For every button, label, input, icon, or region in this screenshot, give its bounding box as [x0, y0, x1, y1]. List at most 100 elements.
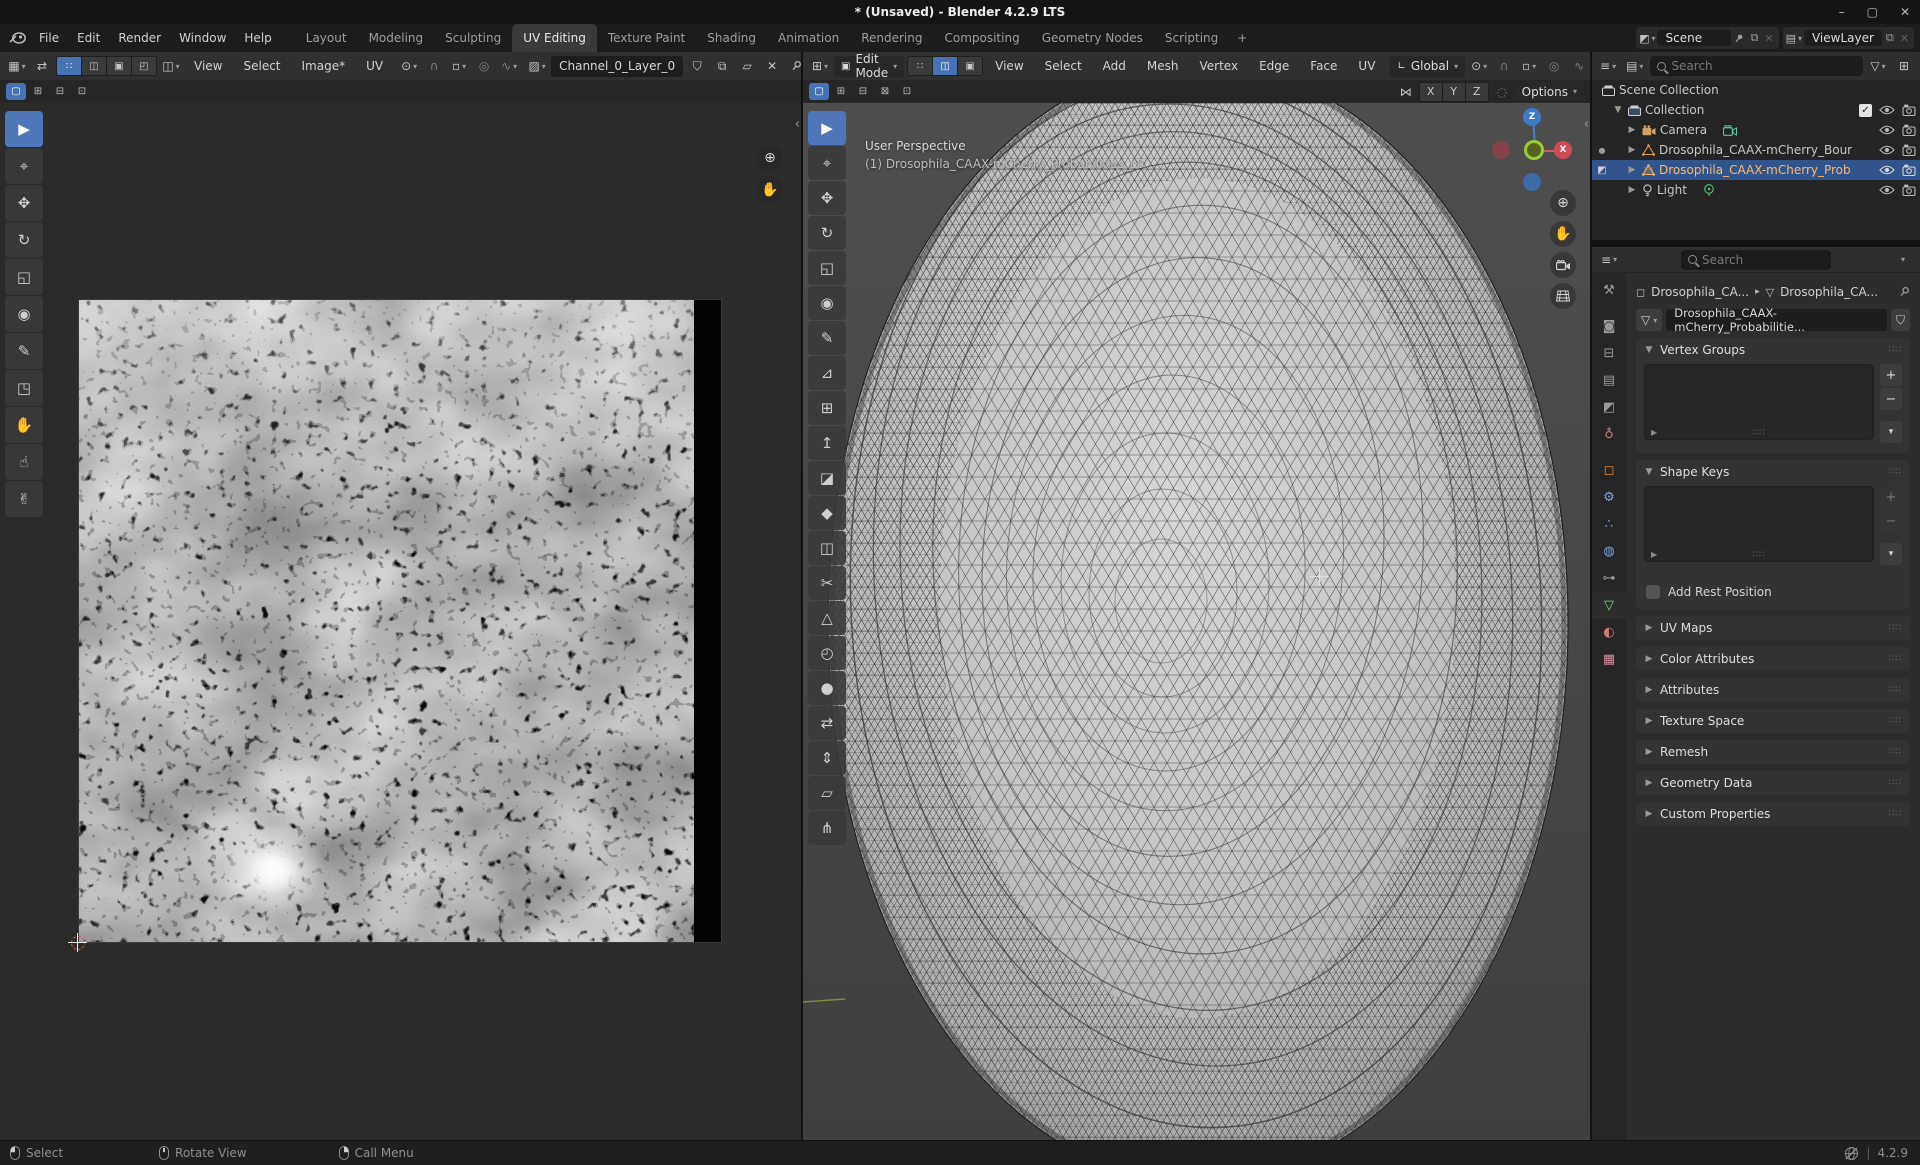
properties-options-button[interactable]: ▾: [1892, 250, 1914, 270]
collapsed-panel-header[interactable]: ▶ Color Attributes ∷∷: [1636, 647, 1910, 671]
axis-button[interactable]: X: [1420, 83, 1442, 101]
tab-scene[interactable]: ◩: [1592, 394, 1626, 421]
pin-icon[interactable]: [1733, 33, 1746, 44]
camera-view-icon[interactable]: [1550, 252, 1576, 278]
pivot-point-button[interactable]: ⊙▾: [1468, 56, 1490, 76]
outliner-search[interactable]: [1650, 56, 1863, 76]
outliner-row-scene-collection[interactable]: Scene Collection: [1592, 80, 1920, 100]
tool-cursor[interactable]: ⌖: [5, 148, 43, 184]
vp-selectbox-subtract[interactable]: ⊟: [853, 83, 873, 100]
gizmo-z-positive[interactable]: Z: [1523, 108, 1541, 126]
drag-handle-icon[interactable]: ∷∷: [1889, 747, 1902, 757]
render-camera-icon[interactable]: [1902, 104, 1916, 116]
tool-tweak[interactable]: ▶: [808, 111, 846, 145]
tool-inset-faces[interactable]: ◪: [808, 461, 846, 495]
snap-toggle-icon[interactable]: ∩: [1493, 56, 1515, 76]
uv-selectbox-new[interactable]: ▢: [6, 83, 26, 100]
collection-checkbox[interactable]: ✓: [1859, 104, 1872, 117]
open-image-folder-icon[interactable]: ▱: [736, 56, 758, 76]
image-name-field[interactable]: Channel_0_Layer_0: [551, 56, 683, 77]
collapsed-panel-header[interactable]: ▶ Attributes ∷∷: [1636, 678, 1910, 702]
tab-modifiers[interactable]: ⚙: [1592, 484, 1626, 511]
menu-item[interactable]: Mesh: [1138, 55, 1188, 77]
view-layer-name[interactable]: ViewLayer: [1804, 30, 1882, 46]
close-button[interactable]: ✕: [1900, 5, 1910, 19]
new-view-layer-icon[interactable]: ⧉: [1884, 31, 1896, 45]
breadcrumb-data[interactable]: Drosophila_CA...: [1780, 285, 1878, 299]
snap-symmetry-icon[interactable]: ◌: [1491, 82, 1513, 102]
tab-render[interactable]: ◙: [1592, 313, 1626, 340]
add-shape-key-button[interactable]: +: [1880, 486, 1902, 508]
workspace-tab[interactable]: Modeling: [358, 24, 435, 52]
outliner-row-light[interactable]: ▶ Light: [1592, 180, 1920, 200]
tool-scale[interactable]: ◱: [808, 251, 846, 285]
render-camera-icon[interactable]: [1902, 164, 1916, 176]
drag-handle-icon[interactable]: ∷∷: [1889, 623, 1902, 633]
gizmo-y-axis-ball[interactable]: [1524, 140, 1544, 160]
tool-extrude-region[interactable]: ↥: [808, 426, 846, 460]
tool-rip-region[interactable]: ◳: [5, 370, 43, 406]
list-resize-grip[interactable]: ∷∷: [1752, 550, 1765, 560]
drag-handle-icon[interactable]: ∷∷: [1889, 778, 1902, 788]
properties-search-input[interactable]: [1702, 253, 1824, 267]
properties-editor-type-button[interactable]: ≡▾: [1598, 250, 1620, 270]
shape-keys-list[interactable]: ▶ ∷∷: [1644, 486, 1874, 562]
render-camera-icon[interactable]: [1902, 144, 1916, 156]
collapsed-panel-header[interactable]: ▶ UV Maps ∷∷: [1636, 616, 1910, 640]
tool-grab[interactable]: ✋: [5, 407, 43, 443]
uv-selectbox-extend[interactable]: ⊞: [28, 83, 48, 100]
menu-item[interactable]: Render: [109, 27, 170, 49]
tool-rip-region[interactable]: ⋔: [808, 811, 846, 845]
tab-physics[interactable]: ◍: [1592, 538, 1626, 565]
tab-particles[interactable]: ∴: [1592, 511, 1626, 538]
tab-constraints[interactable]: ⊶: [1592, 565, 1626, 592]
network-offline-icon[interactable]: [1844, 1146, 1859, 1161]
unlink-image-icon[interactable]: ✕: [761, 56, 783, 76]
menu-item[interactable]: Edit: [68, 27, 109, 49]
browse-image-button[interactable]: ▨▾: [526, 56, 548, 76]
view-layer-selector[interactable]: ▤▾ ViewLayer ⧉ ✕: [1783, 27, 1914, 49]
new-image-icon[interactable]: ⧉: [711, 56, 733, 76]
tool-annotate[interactable]: ✎: [808, 321, 846, 355]
workspace-tab[interactable]: Scripting: [1154, 24, 1229, 52]
collapsed-panel-header[interactable]: ▶ Geometry Data ∷∷: [1636, 771, 1910, 795]
axis-button[interactable]: Z: [1466, 83, 1488, 101]
tool-add-cube[interactable]: ⊞: [808, 391, 846, 425]
tab-output[interactable]: ⊟: [1592, 340, 1626, 367]
tool-transform[interactable]: ◉: [5, 296, 43, 332]
vertex-groups-list[interactable]: ▶ ∷∷: [1644, 364, 1874, 440]
tool-measure[interactable]: ⊿: [808, 356, 846, 390]
outliner-row-mesh-bour[interactable]: ● ▶ Drosophila_CAAX-mCherry_Bour: [1592, 140, 1920, 160]
tool-rotate[interactable]: ↻: [808, 216, 846, 250]
properties-search[interactable]: [1681, 250, 1831, 270]
chevron-right-icon[interactable]: ▶: [1626, 165, 1638, 175]
browse-mesh-data-button[interactable]: ▽▾: [1636, 309, 1662, 331]
menu-item[interactable]: Add: [1094, 55, 1135, 77]
tool-spin[interactable]: ◴: [808, 636, 846, 670]
menu-item[interactable]: UV: [1349, 55, 1384, 77]
uv-select-island[interactable]: ◰: [132, 57, 156, 75]
vp-select-face[interactable]: ▣: [958, 57, 982, 75]
uv-select-vertex[interactable]: ∷: [57, 57, 81, 75]
tab-texture[interactable]: ▦: [1592, 646, 1626, 673]
uv-selectbox-subtract[interactable]: ⊟: [50, 83, 70, 100]
tool-relax[interactable]: ☝: [5, 444, 43, 480]
vp-selectbox-extend[interactable]: ⊞: [831, 83, 851, 100]
outliner-filter-id-button[interactable]: ▤▾: [1623, 56, 1646, 76]
panel-vertex-groups-header[interactable]: ▼ Vertex Groups ∷∷: [1636, 338, 1910, 362]
tool-smooth[interactable]: ●: [808, 671, 846, 705]
tool-knife[interactable]: ✂: [808, 566, 846, 600]
gizmo-z-negative[interactable]: [1523, 173, 1541, 191]
scene-selector[interactable]: ◩▾ Scene ⧉ ✕: [1636, 27, 1779, 49]
outliner-display-mode-button[interactable]: ≡▾: [1597, 56, 1619, 76]
transform-orientation-selector[interactable]: ∟ Global ▾: [1390, 56, 1465, 77]
axis-button[interactable]: Y: [1443, 83, 1465, 101]
tab-object-data[interactable]: ▽: [1592, 592, 1626, 619]
add-vertex-group-button[interactable]: +: [1880, 364, 1902, 386]
chevron-right-icon[interactable]: ▶: [1626, 185, 1638, 195]
tab-object[interactable]: ◻: [1592, 457, 1626, 484]
workspace-tab[interactable]: Shading: [696, 24, 767, 52]
menu-item[interactable]: Face: [1301, 55, 1346, 77]
navigation-gizmo[interactable]: Z X: [1499, 115, 1571, 187]
chevron-right-icon[interactable]: ▶: [1626, 125, 1638, 135]
